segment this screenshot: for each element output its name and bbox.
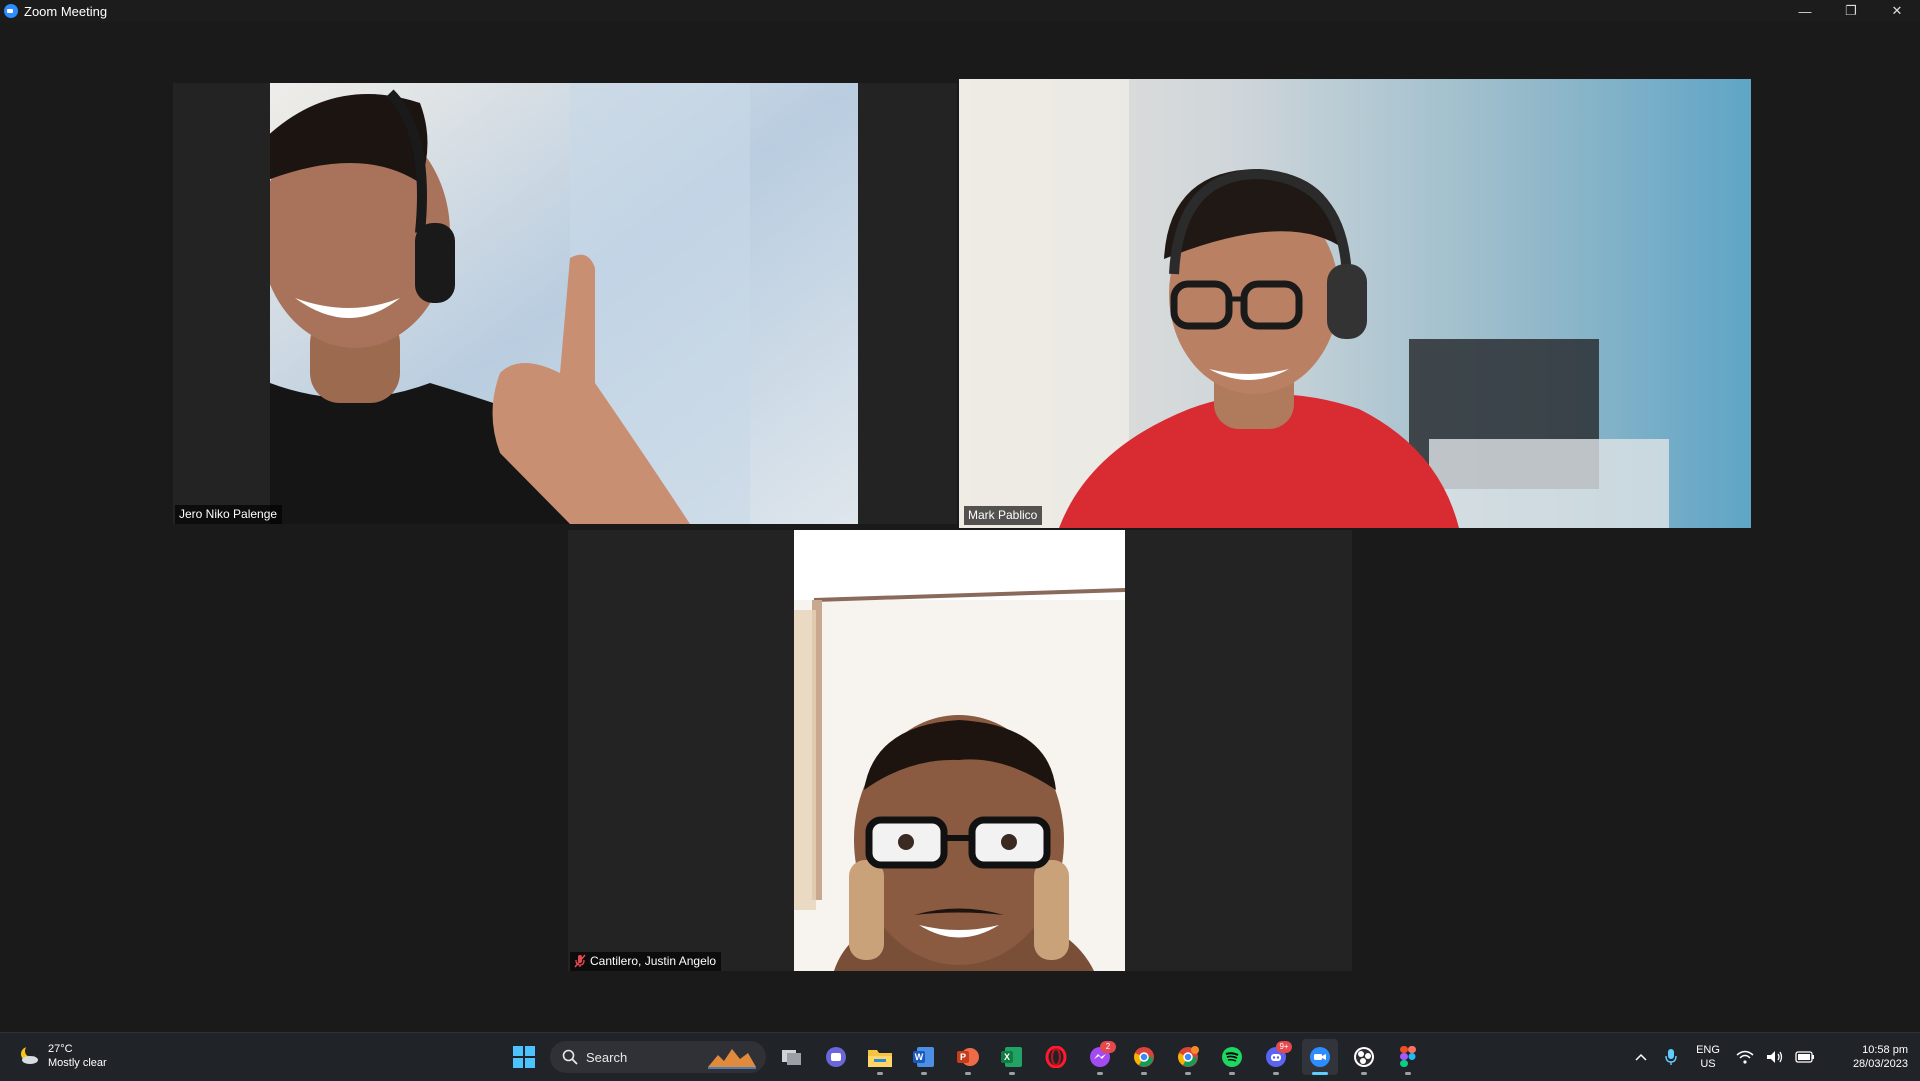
video-frame-image: [959, 79, 1751, 528]
volume-icon[interactable]: [1760, 1042, 1790, 1072]
search-icon: [562, 1049, 578, 1065]
spotify-icon[interactable]: [1214, 1039, 1250, 1075]
taskbar-apps: Search W P X 2 9+: [506, 1039, 1426, 1075]
participant-name: Cantilero, Justin Angelo: [590, 954, 717, 968]
weather-temperature: 27°C: [48, 1043, 73, 1055]
discord-notification-badge: 9+: [1276, 1041, 1292, 1053]
participant-tile[interactable]: Jero Niko Palenge: [173, 83, 957, 524]
participant-name-tag: Mark Pablico: [964, 506, 1043, 525]
restore-button[interactable]: ❐: [1828, 0, 1874, 22]
chevron-up-icon[interactable]: [1626, 1042, 1656, 1072]
participant-video: [794, 530, 1125, 971]
participant-name: Mark Pablico: [968, 508, 1038, 522]
excel-icon[interactable]: X: [994, 1039, 1030, 1075]
participant-video: [959, 79, 1751, 528]
participant-name-tag: Jero Niko Palenge: [175, 505, 283, 524]
file-explorer-icon[interactable]: [862, 1039, 898, 1075]
language-code: ENG: [1696, 1044, 1720, 1056]
title-bar: Zoom Meeting — ❐ ✕: [0, 0, 1920, 22]
participant-video: [270, 83, 858, 524]
messenger-notification-badge: 2: [1100, 1041, 1116, 1053]
taskbar-clock[interactable]: 10:58 pm 28/03/2023: [1820, 1043, 1908, 1071]
window-controls: — ❐ ✕: [1782, 0, 1920, 22]
weather-condition: Mostly clear: [48, 1057, 107, 1069]
meeting-gallery: Jero Niko Palenge Mark Pablico Cantilero…: [0, 22, 1920, 1032]
discord-icon[interactable]: 9+: [1258, 1039, 1294, 1075]
svg-text:W: W: [915, 1052, 924, 1062]
svg-text:X: X: [1004, 1052, 1010, 1062]
battery-icon[interactable]: [1790, 1042, 1820, 1072]
zoom-icon[interactable]: [1302, 1039, 1338, 1075]
muted-mic-icon: [574, 954, 586, 968]
clock-time: 10:58 pm: [1862, 1044, 1908, 1056]
chrome-icon[interactable]: [1126, 1039, 1162, 1075]
participant-name: Jero Niko Palenge: [179, 507, 278, 521]
chrome-profile-icon[interactable]: [1170, 1039, 1206, 1075]
clock-date: 28/03/2023: [1852, 1058, 1908, 1070]
video-frame-image: [794, 530, 1125, 971]
task-view-icon[interactable]: [774, 1039, 810, 1075]
opera-icon[interactable]: [1038, 1039, 1074, 1075]
moon-cloud-icon: [18, 1045, 40, 1067]
weather-widget[interactable]: 27°C Mostly clear: [18, 1042, 107, 1070]
region-code: US: [1700, 1058, 1716, 1070]
participant-name-tag: Cantilero, Justin Angelo: [570, 952, 722, 971]
start-menu-icon[interactable]: [506, 1039, 542, 1075]
participant-tile[interactable]: Cantilero, Justin Angelo: [568, 530, 1352, 971]
system-tray: ENG US 10:58 pm 28/03/2023: [1626, 1033, 1920, 1081]
obs-icon[interactable]: [1346, 1039, 1382, 1075]
svg-text:P: P: [960, 1052, 966, 1062]
taskbar-search-box[interactable]: Search: [550, 1041, 766, 1073]
messenger-icon[interactable]: 2: [1082, 1039, 1118, 1075]
powerpoint-icon[interactable]: P: [950, 1039, 986, 1075]
video-frame-image: [270, 83, 858, 524]
language-indicator[interactable]: ENG US: [1686, 1043, 1730, 1071]
windows-taskbar: 27°C Mostly clear Search W P X 2 9+ ENG …: [0, 1032, 1920, 1081]
teams-chat-icon[interactable]: [818, 1039, 854, 1075]
figma-icon[interactable]: [1390, 1039, 1426, 1075]
search-label: Search: [586, 1049, 628, 1065]
participant-tile-active-speaker[interactable]: Mark Pablico: [959, 79, 1751, 528]
window-title: Zoom Meeting: [24, 3, 108, 19]
search-highlight-art-icon: [708, 1049, 756, 1069]
minimize-button[interactable]: —: [1782, 0, 1828, 22]
microphone-icon[interactable]: [1656, 1042, 1686, 1072]
zoom-app-icon: [4, 4, 18, 18]
wifi-icon[interactable]: [1730, 1042, 1760, 1072]
word-icon[interactable]: W: [906, 1039, 942, 1075]
close-button[interactable]: ✕: [1874, 0, 1920, 22]
